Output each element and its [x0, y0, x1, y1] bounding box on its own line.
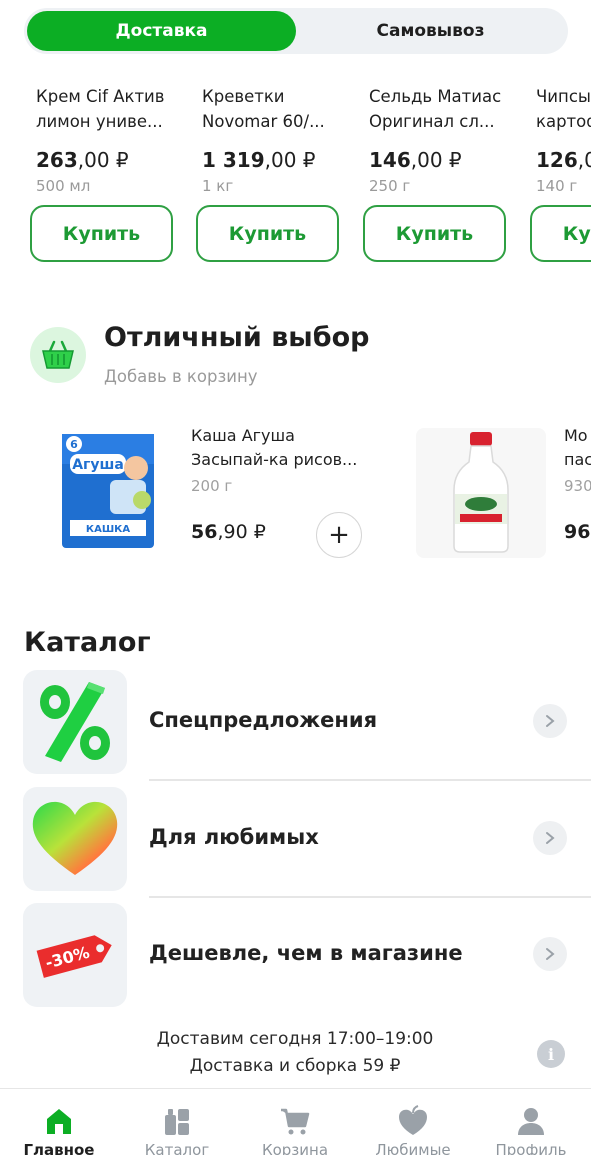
heart-icon	[23, 787, 127, 891]
product-unit: 1 кг	[202, 177, 234, 195]
home-icon	[47, 1109, 71, 1134]
nav-label: Профиль	[495, 1141, 567, 1155]
product-card[interactable]: Крем Cif Актив лимон униве... 263,00 ₽ 50…	[30, 64, 180, 274]
nav-label: Любимые	[375, 1141, 451, 1155]
tab-delivery[interactable]: Доставка	[27, 11, 296, 51]
catalog-icon	[165, 1109, 189, 1135]
nav-label: Главное	[23, 1141, 95, 1155]
delivery-time: Доставим сегодня 17:00–19:00	[156, 1029, 434, 1049]
product-name: Чипсыкартоф...	[536, 87, 591, 131]
section-title: Отличный выбор	[104, 322, 370, 353]
chevron-right-icon[interactable]	[533, 704, 567, 738]
svg-text:Агуша: Агуша	[72, 457, 124, 473]
profile-icon	[518, 1108, 544, 1135]
basket-icon	[30, 327, 86, 383]
product-name: Креветки Novomar 60/...	[202, 87, 325, 131]
product-unit: 200 г	[191, 477, 233, 495]
delivery-mode-toggle: Доставка Самовывоз	[24, 8, 568, 54]
nav-item-favorites[interactable]: Любимые	[354, 1089, 472, 1155]
nav-label: Корзина	[261, 1141, 329, 1155]
product-card[interactable]: Чипсыкартоф... 126,00 ₽ 140 г Купить	[530, 64, 591, 274]
cart-icon	[281, 1108, 310, 1135]
catalog-item-cheaper-than-store[interactable]: -30% Дешевле, чем в магазине	[0, 903, 591, 1019]
product-carousel[interactable]: Крем Cif Актив лимон униве... 263,00 ₽ 50…	[0, 64, 591, 274]
product-image[interactable]: 6 Агуша КАШКА	[40, 428, 170, 558]
divider	[149, 779, 591, 781]
nav-label: Каталог	[144, 1141, 210, 1155]
buy-button[interactable]: Купить	[363, 205, 506, 262]
catalog-item-for-loved-ones[interactable]: Для любимых	[0, 787, 591, 903]
product-price: 56,90 ₽	[191, 521, 266, 543]
nav-item-profile[interactable]: Профиль	[472, 1089, 590, 1155]
nav-item-catalog[interactable]: Каталог	[118, 1089, 236, 1155]
delivery-cost: Доставка и сборка 59 ₽	[189, 1056, 401, 1076]
nav-item-home[interactable]: Главное	[0, 1089, 118, 1155]
nav-item-cart[interactable]: Корзина	[236, 1089, 354, 1155]
catalog-item-special-offers[interactable]: Спецпредложения	[0, 670, 591, 786]
add-to-cart-button[interactable]: +	[316, 512, 362, 558]
percent-icon	[23, 670, 127, 774]
product-card[interactable]: Креветки Novomar 60/... 1 319,00 ₽ 1 кг К…	[196, 64, 346, 274]
product-name[interactable]: Мо пас	[564, 424, 591, 472]
bottom-nav: Главное Каталог Корзина Любимые Профиль	[0, 1088, 591, 1155]
product-price: 126,00 ₽	[536, 148, 591, 172]
product-price: 263,00 ₽	[36, 148, 129, 172]
info-icon[interactable]: i	[537, 1040, 565, 1068]
product-unit: 140 г	[536, 177, 578, 195]
product-unit: 250 г	[369, 177, 411, 195]
price-tag-icon: -30%	[23, 903, 127, 1007]
buy-button[interactable]: Купить	[30, 205, 173, 262]
catalog-item-label: Спецпредложения	[149, 708, 378, 732]
catalog-title: Каталог	[24, 627, 151, 658]
apple-heart-icon	[399, 1105, 427, 1135]
chevron-right-icon[interactable]	[533, 821, 567, 855]
tab-pickup[interactable]: Самовывоз	[296, 11, 565, 51]
buy-button[interactable]: Купить	[196, 205, 339, 262]
catalog-item-label: Дешевле, чем в магазине	[149, 941, 463, 965]
product-name: Крем Cif Актив лимон униве...	[36, 87, 165, 131]
delivery-info: Доставим сегодня 17:00–19:00 Доставка и …	[140, 1026, 450, 1080]
product-price: 1 319,00 ₽	[202, 148, 316, 172]
section-subtitle: Добавь в корзину	[104, 367, 258, 386]
product-image[interactable]	[416, 428, 546, 558]
catalog-item-label: Для любимых	[149, 825, 319, 849]
svg-text:КАШКА: КАШКА	[86, 524, 130, 535]
product-unit: 500 мл	[36, 177, 91, 195]
product-price: 96	[564, 521, 591, 543]
divider	[149, 896, 591, 898]
product-card[interactable]: Сельдь Матиас Оригинал сл... 146,00 ₽ 250…	[363, 64, 513, 274]
svg-text:6: 6	[70, 438, 78, 451]
product-price: 146,00 ₽	[369, 148, 462, 172]
product-name: Сельдь Матиас Оригинал сл...	[369, 87, 502, 131]
buy-button[interactable]: Купить	[530, 205, 591, 262]
product-name[interactable]: Каша Агуша Засыпай-ка рисов...	[191, 424, 371, 472]
product-unit: 930	[564, 477, 591, 495]
chevron-right-icon[interactable]	[533, 937, 567, 971]
